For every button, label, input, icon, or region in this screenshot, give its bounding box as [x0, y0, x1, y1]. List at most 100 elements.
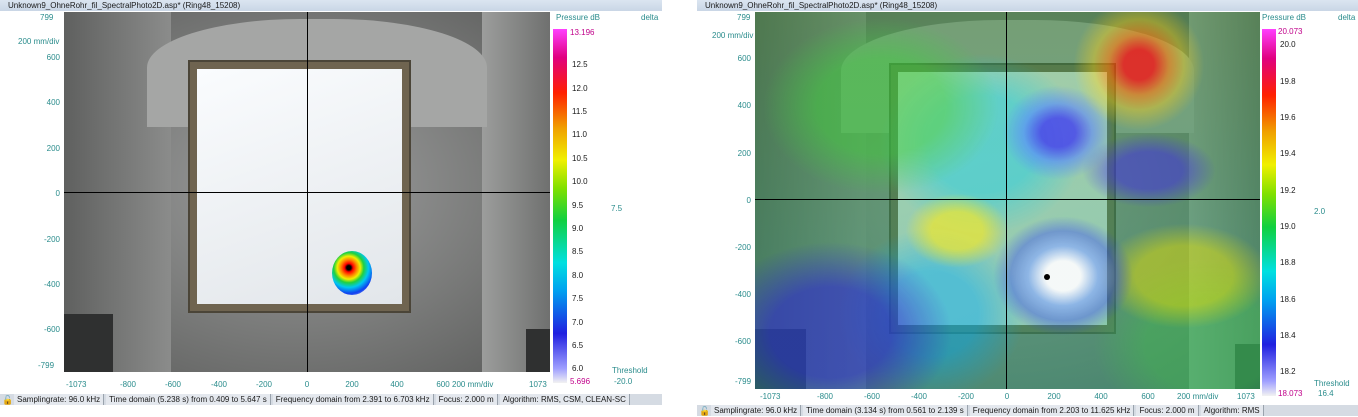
x-tick: 400: [390, 380, 404, 389]
y-tick: -200: [43, 235, 60, 244]
crosshair-vertical: [1006, 12, 1007, 389]
x-min-label: -1073: [760, 392, 781, 401]
colorbar-tick: 7.0: [572, 318, 584, 327]
x-tick: -200: [255, 380, 272, 389]
y-tick: 0: [746, 196, 751, 205]
status-bar: 🔓 Samplingrate: 96.0 kHz Time domain (5.…: [0, 394, 662, 405]
status-frequency-domain: Frequency domain from 2.391 to 6.703 kHz: [272, 394, 434, 405]
x-tick: -400: [910, 392, 927, 401]
y-tick: 200: [46, 144, 60, 153]
colorbar-tick: 19.2: [1280, 186, 1296, 195]
window-title: Unknown9_OhneRohr_fil_SpectralPhoto2D.as…: [0, 0, 662, 11]
colorbar-tick: 10.5: [572, 154, 588, 163]
colorbar-tick: 9.0: [572, 224, 584, 233]
colorbar-tick: 8.5: [572, 247, 584, 256]
x-tick: -800: [816, 392, 833, 401]
x-tick: 0: [1004, 392, 1010, 401]
status-focus: Focus: 2.000 m: [1136, 405, 1199, 416]
x-max-label: 1073: [1237, 392, 1255, 401]
colorbar-tick: 20.0: [1280, 40, 1296, 49]
delta-label: delta: [641, 13, 659, 22]
colorbar-min: 5.696: [570, 377, 591, 386]
sound-source-hotspot: [332, 251, 372, 295]
y-tick: 0: [55, 189, 60, 198]
delta-value: 7.5: [611, 204, 623, 213]
colorbar-tick: 10.0: [572, 177, 588, 186]
colorbar-tick: 6.5: [572, 341, 584, 350]
x-tick: -800: [119, 380, 136, 389]
colorbar-tick: 18.4: [1280, 331, 1296, 340]
acoustic-photo-plot[interactable]: [755, 12, 1260, 389]
y-tick: -400: [734, 290, 751, 299]
status-samplingrate: Samplingrate: 96.0 kHz: [711, 405, 802, 416]
y-min-label: -799: [735, 377, 752, 386]
y-scale-label: 200 mm/div: [712, 31, 754, 40]
x-tick: -200: [957, 392, 974, 401]
x-min-label: -1073: [66, 380, 87, 389]
status-algorithm: Algorithm: RMS, CSM, CLEAN-SC: [499, 394, 630, 405]
lock-icon[interactable]: 🔓: [2, 395, 13, 405]
status-frequency-domain: Frequency domain from 2.203 to 11.625 kH…: [969, 405, 1135, 416]
colorbar-tick: 7.5: [572, 294, 584, 303]
crosshair-horizontal: [64, 192, 550, 193]
x-scale-label: 200 mm/div: [452, 380, 494, 389]
lock-icon[interactable]: 🔓: [699, 406, 710, 416]
y-tick: 600: [46, 53, 60, 62]
colorbar: [553, 29, 567, 383]
status-focus: Focus: 2.000 m: [435, 394, 498, 405]
acoustic-photo-plot[interactable]: [64, 12, 550, 372]
threshold-value: 16.4: [1318, 389, 1334, 398]
y-tick: 400: [737, 101, 751, 110]
y-tick: 600: [737, 54, 751, 63]
colorbar-title: Pressure dB: [1262, 13, 1307, 22]
colorbar-tick: 18.2: [1280, 367, 1296, 376]
cabinet-right: [525, 328, 550, 372]
x-tick: -400: [210, 380, 227, 389]
acoustic-map-panel-left: Unknown9_OhneRohr_fil_SpectralPhoto2D.as…: [0, 0, 662, 417]
status-algorithm: Algorithm: RMS: [1200, 405, 1264, 416]
colorbar-max: 20.073: [1278, 27, 1303, 36]
y-tick: -200: [734, 243, 751, 252]
threshold-label: Threshold: [1314, 379, 1350, 388]
delta-value: 2.0: [1314, 207, 1326, 216]
y-max-label: 799: [737, 13, 751, 22]
sound-source-marker: [1044, 274, 1050, 280]
window-title: Unknown9_OhneRohr_fil_SpectralPhoto2D.as…: [697, 0, 1358, 11]
x-tick: 200: [1047, 392, 1061, 401]
y-tick: 400: [46, 98, 60, 107]
y-tick: 200: [737, 149, 751, 158]
threshold-value: -20.0: [614, 377, 633, 386]
y-tick: -600: [734, 337, 751, 346]
cabinet-left: [64, 314, 113, 372]
y-min-label: -799: [38, 361, 55, 370]
crosshair-horizontal: [755, 199, 1260, 200]
x-tick: -600: [164, 380, 181, 389]
colorbar-tick: 12.5: [572, 60, 588, 69]
pressure-heatmap-overlay: [755, 12, 1260, 389]
colorbar-tick: 19.6: [1280, 113, 1296, 122]
colorbar-title: Pressure dB: [556, 13, 601, 22]
colorbar-tick: 19.0: [1280, 222, 1296, 231]
acoustic-map-panel-right: Unknown9_OhneRohr_fil_SpectralPhoto2D.as…: [697, 0, 1358, 417]
y-scale-label: 200 mm/div: [18, 37, 60, 46]
y-tick: -400: [43, 280, 60, 289]
x-tick: -600: [863, 392, 880, 401]
threshold-label: Threshold: [612, 366, 648, 375]
colorbar-min: 18.073: [1278, 389, 1303, 398]
x-tick: 0: [304, 380, 310, 389]
colorbar-tick: 9.5: [572, 201, 584, 210]
colorbar-tick: 8.0: [572, 271, 584, 280]
status-bar: 🔓 Samplingrate: 96.0 kHz Time domain (3.…: [697, 405, 1358, 416]
colorbar: [1262, 29, 1276, 396]
status-time-domain: Time domain (5.238 s) from 0.409 to 5.64…: [106, 394, 271, 405]
window-frame: [190, 62, 410, 311]
colorbar-tick: 18.6: [1280, 295, 1296, 304]
x-scale-label: 200 mm/div: [1177, 392, 1219, 401]
colorbar-max: 13.196: [570, 28, 595, 37]
x-tick: 600: [1141, 392, 1155, 401]
x-max-label: 1073: [529, 380, 547, 389]
colorbar-tick: 19.8: [1280, 77, 1296, 86]
y-tick: -600: [43, 325, 60, 334]
status-time-domain: Time domain (3.134 s) from 0.561 to 2.13…: [803, 405, 968, 416]
colorbar-tick: 19.4: [1280, 149, 1296, 158]
